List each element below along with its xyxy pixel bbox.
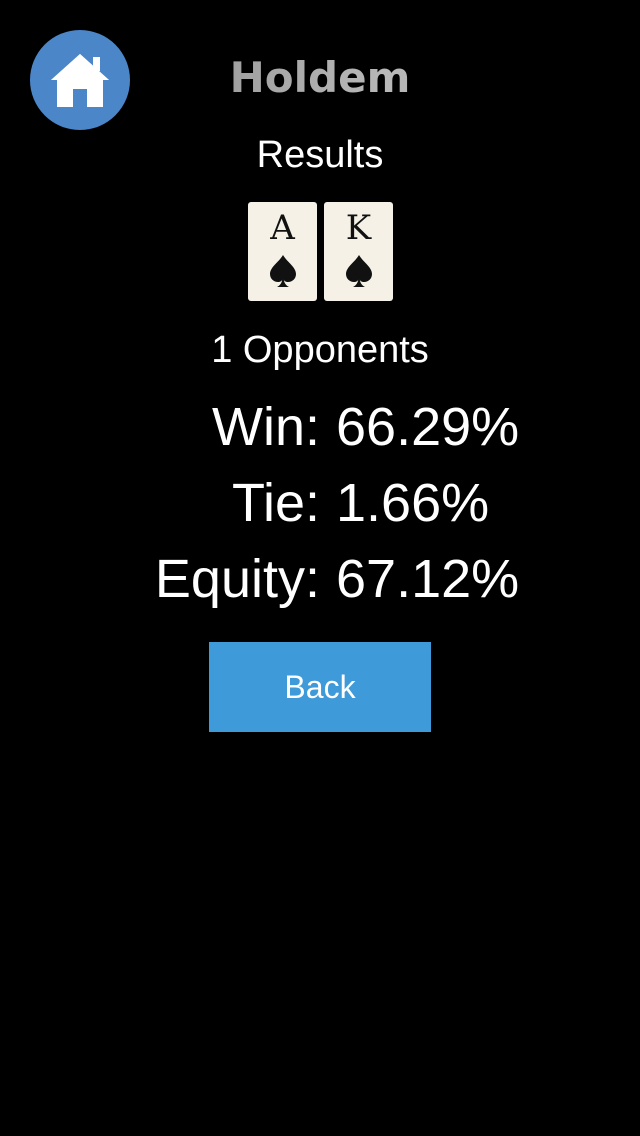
back-button[interactable]: Back bbox=[209, 642, 431, 732]
win-row: Win: 66.29% bbox=[0, 395, 640, 459]
tie-row: Tie: 1.66% bbox=[0, 471, 640, 535]
app-title: Holdem bbox=[0, 50, 640, 106]
opponents-count: 1 Opponents bbox=[211, 329, 429, 371]
tie-value: 1.66% bbox=[336, 473, 490, 533]
hand-cards: A K bbox=[248, 202, 393, 301]
card-rank: K bbox=[345, 208, 372, 248]
win-value: 66.29% bbox=[336, 397, 520, 457]
equity-row: Equity: 67.12% bbox=[0, 547, 640, 611]
spade-icon bbox=[324, 254, 393, 288]
tie-label: Tie: bbox=[231, 473, 320, 533]
equity-value: 67.12% bbox=[336, 549, 520, 609]
equity-label: Equity: bbox=[154, 549, 320, 609]
playing-card-ace-spades: A bbox=[248, 202, 317, 301]
spade-icon bbox=[248, 254, 317, 288]
results-heading: Results bbox=[256, 134, 384, 176]
win-label: Win: bbox=[212, 397, 320, 457]
playing-card-king-spades: K bbox=[324, 202, 393, 301]
card-rank: A bbox=[270, 208, 295, 248]
